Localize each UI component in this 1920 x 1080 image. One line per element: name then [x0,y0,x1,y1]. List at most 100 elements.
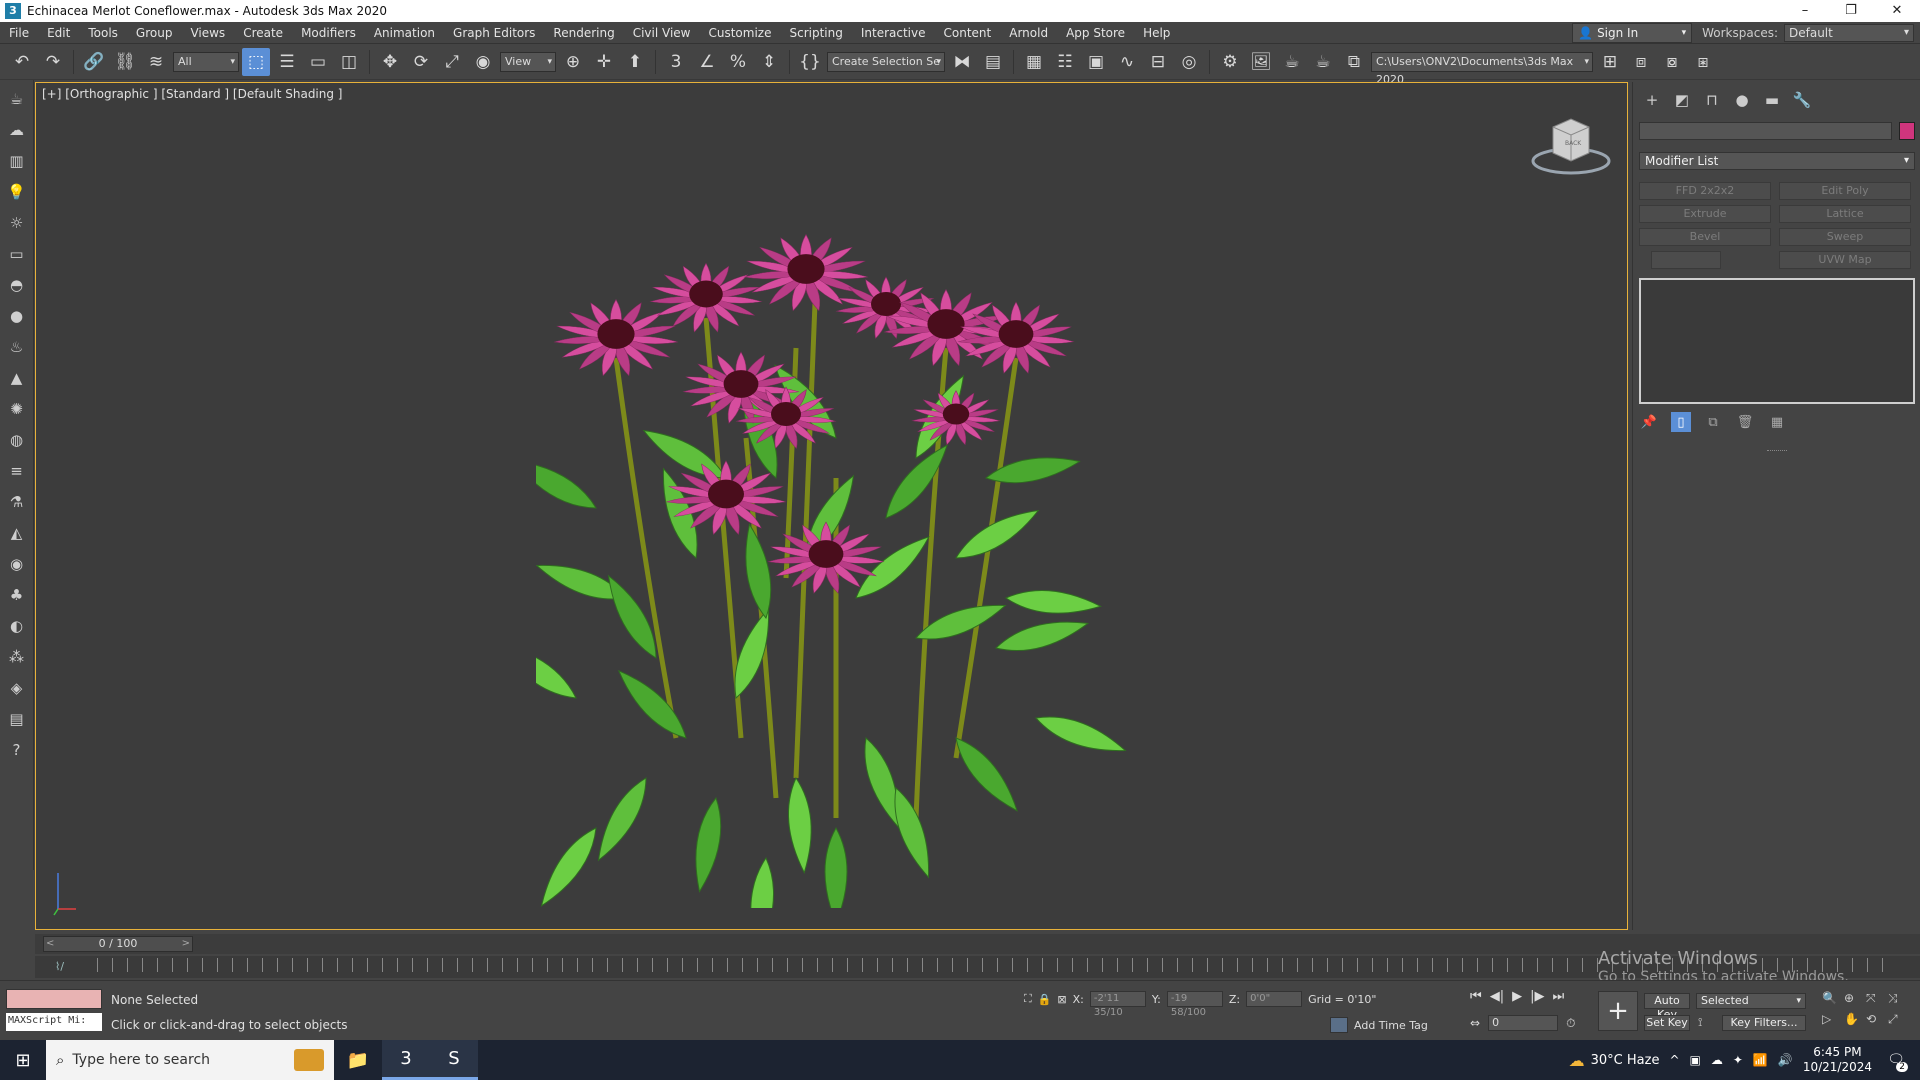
lock-selection-icon[interactable]: 🔒 [1038,993,1052,1006]
plant-icon[interactable]: ♣ [5,582,29,608]
ffd-button[interactable]: FFD 2x2x2 [1639,182,1771,200]
show-end-result-icon[interactable]: ▯ [1671,412,1691,432]
field-of-view-icon[interactable]: ▷ [1822,1012,1844,1027]
sign-in-button[interactable]: 👤 Sign In ▾ [1572,23,1693,43]
network-icon[interactable]: 📶 [1753,1053,1768,1067]
x-coordinate-field[interactable]: -2'11 35/10 [1089,991,1146,1018]
key-filters-button[interactable]: Key Filters... [1722,1015,1806,1031]
zoom-all-icon[interactable]: ⊕ [1844,991,1866,1006]
sun-helper-icon[interactable]: ☼ [5,210,29,236]
menu-civil-view[interactable]: Civil View [624,22,700,44]
maxscript-mini-listener[interactable]: MAXScript Mi: [6,1013,102,1031]
orbit-icon[interactable]: ⟲ [1866,1012,1888,1027]
time-slider-prev[interactable]: < [46,937,54,951]
sweep-button[interactable]: Sweep [1779,228,1911,246]
make-unique-icon[interactable]: ⧉ [1703,412,1723,432]
light-bulb-icon[interactable]: 💡 [5,179,29,205]
select-manipulate-icon[interactable]: ✛ [590,48,618,76]
time-configuration-icon[interactable]: ⏱ [1566,1016,1575,1031]
hair-icon[interactable]: ≡ [5,458,29,484]
remove-modifier-icon[interactable]: 🗑 [1735,412,1755,432]
volume-icon[interactable]: 🔊 [1778,1053,1793,1067]
object-color-swatch[interactable] [1899,122,1915,140]
maxscript-listener-swatch[interactable] [6,989,102,1009]
default-in-out-tangents-icon[interactable]: ⟟ [1698,1015,1702,1030]
geosphere-icon[interactable]: ◍ [5,427,29,453]
configure-modifier-sets-icon[interactable]: ▦ [1767,412,1787,432]
scene-explorer-icon[interactable]: ▦ [1020,48,1048,76]
layer-explorer-icon[interactable]: ☷ [1051,48,1079,76]
ribbon-toggle-icon[interactable]: ▣ [1082,48,1110,76]
menu-content[interactable]: Content [935,22,1001,44]
key-mode-toggle-icon[interactable]: ⇔ [1470,1016,1480,1030]
menu-group[interactable]: Group [127,22,182,44]
clone-icon[interactable]: ▥ [5,148,29,174]
menu-tools[interactable]: Tools [79,22,127,44]
keyboard-shortcut-override-icon[interactable]: ⬆ [621,48,649,76]
menu-graph-editors[interactable]: Graph Editors [444,22,544,44]
play-icon[interactable]: ▶ [1512,989,1522,1004]
place-icon[interactable]: ◉ [469,48,497,76]
pin-stack-icon[interactable]: 📌 [1639,412,1659,432]
rectangular-selection-icon[interactable]: ▭ [304,48,332,76]
rotate-icon[interactable]: ⟳ [407,48,435,76]
motion-tab-icon[interactable]: ● [1729,90,1755,110]
rendered-frame-window-icon[interactable]: 🖼 [1247,48,1275,76]
align-icon[interactable]: ▤ [979,48,1007,76]
help-icon[interactable]: ? [5,737,29,763]
angle-snap-icon[interactable]: ∠ [693,48,721,76]
project-path-select[interactable]: C:\Users\ONV2\Documents\3ds Max 2020 [1371,51,1593,86]
undo-icon[interactable]: ↶ [8,48,36,76]
menu-rendering[interactable]: Rendering [544,22,623,44]
project-folder-icon[interactable]: ⊞ [1596,48,1624,76]
key-mode-select[interactable]: Selected [1696,993,1806,1009]
window-crossing-icon[interactable]: ◫ [335,48,363,76]
pan-icon[interactable]: ✋ [1844,1012,1866,1027]
menu-scripting[interactable]: Scripting [780,22,851,44]
onedrive-icon[interactable]: ☁ [1711,1053,1723,1067]
schematic-view-icon[interactable]: ⊟ [1144,48,1172,76]
selection-filter-select[interactable]: All [173,51,239,72]
unlink-icon[interactable]: ⛓ [111,48,139,76]
spinner-snap-icon[interactable]: ⇕ [755,48,783,76]
auto-key-button[interactable]: Auto Key [1644,993,1690,1021]
create-tab-icon[interactable]: + [1639,90,1665,110]
rollout-drag-handle[interactable] [1767,450,1787,452]
isolate-selection-icon[interactable]: ⛶ [1024,992,1032,1006]
uvw-map-button[interactable]: UVW Map [1779,251,1911,269]
display-tab-icon[interactable]: ▬ [1759,90,1785,110]
state-sets-icon[interactable]: ⧆ [1689,48,1717,76]
extrude-button[interactable]: Extrude [1639,205,1771,223]
hierarchy-tab-icon[interactable]: ⊓ [1699,90,1725,110]
taskbar-search[interactable]: ⌕ Type here to search [46,1040,334,1080]
cone-icon[interactable]: ▲ [5,365,29,391]
taskbar-clock[interactable]: 6:45 PM 10/21/2024 [1803,1045,1872,1075]
coneflower-model[interactable] [536,178,1156,908]
edit-named-selection-icon[interactable]: {} [796,48,824,76]
particle-icon[interactable]: ⚗ [5,489,29,515]
time-slider-thumb[interactable]: < 0 / 100 > [43,936,193,952]
viewport-label[interactable]: [+] [Orthographic ] [Standard ] [Default… [42,87,343,101]
render-production-icon[interactable]: ☕ [1278,48,1306,76]
globe-icon[interactable]: ◉ [5,551,29,577]
add-time-tag[interactable]: Add Time Tag [1330,1017,1428,1033]
maximize-viewport-icon[interactable]: ⤢ [1888,1012,1910,1027]
menu-help[interactable]: Help [1134,22,1179,44]
current-frame-input[interactable]: 0 [1488,1015,1559,1031]
y-coordinate-field[interactable]: -19 58/100 [1166,991,1223,1018]
utilities-tab-icon[interactable]: 🔧 [1789,90,1815,110]
viewcube-face-label[interactable]: BACK [1565,140,1582,147]
edit-poly-button[interactable]: Edit Poly [1779,182,1911,200]
percent-snap-icon[interactable]: % [724,48,752,76]
select-by-name-icon[interactable]: ☰ [273,48,301,76]
hemisphere-icon[interactable]: ◓ [5,272,29,298]
menu-app-store[interactable]: App Store [1057,22,1134,44]
menu-edit[interactable]: Edit [38,22,79,44]
menu-create[interactable]: Create [234,22,292,44]
taskbar-3dsmax-icon[interactable]: 3 [382,1040,430,1080]
set-keys-icon[interactable]: + [1598,991,1638,1031]
go-to-start-icon[interactable]: ⏮ [1470,989,1482,1004]
snaps-toggle-icon[interactable]: 3 [662,48,690,76]
document-icon[interactable]: ▤ [5,706,29,732]
mini-curve-editor-icon[interactable]: ⌇/ [55,960,64,973]
